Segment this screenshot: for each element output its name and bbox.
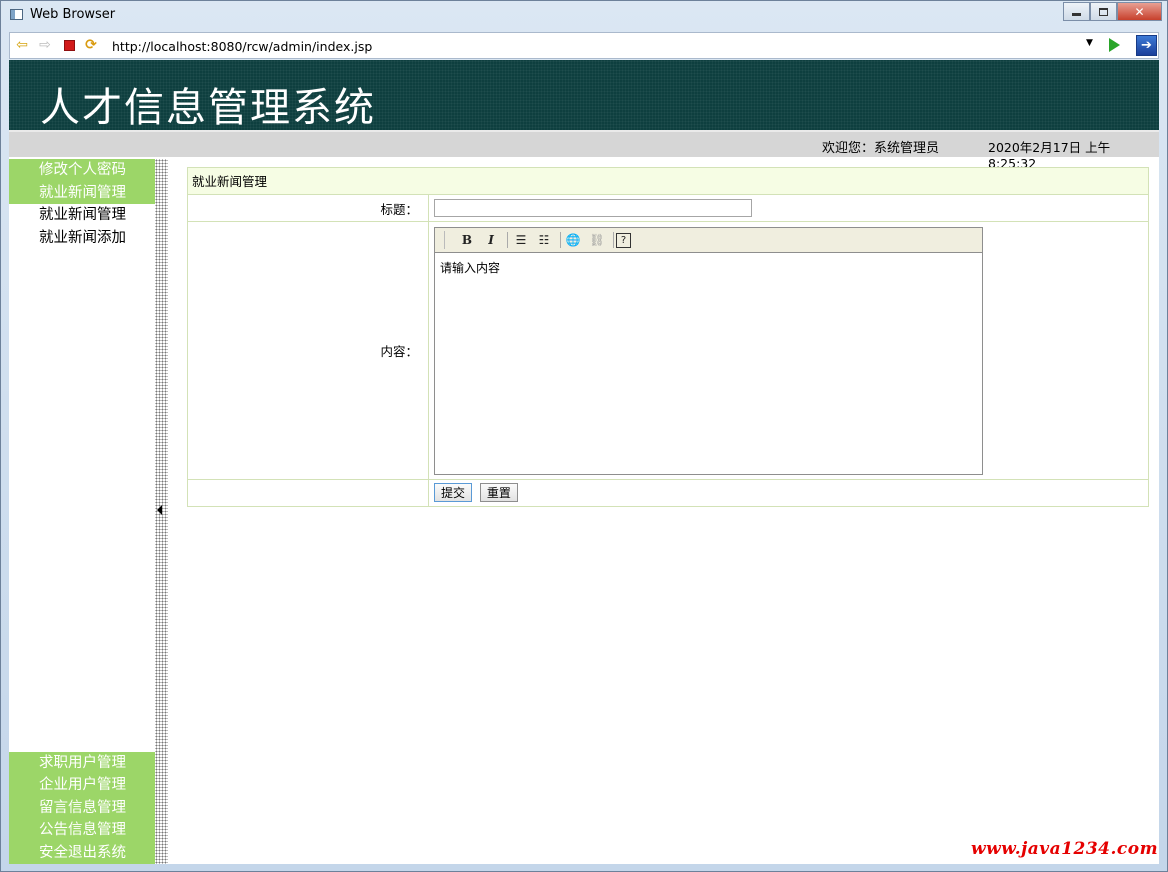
stop-icon bbox=[63, 39, 75, 51]
window-controls: ✕ bbox=[1063, 2, 1162, 21]
forward-button[interactable]: ⇨ bbox=[37, 37, 53, 53]
buttons-row: 提交 重置 bbox=[188, 480, 1148, 506]
go-icon[interactable] bbox=[1109, 38, 1120, 52]
close-icon: ✕ bbox=[1134, 4, 1145, 19]
info-bar: 欢迎您：系统管理员 2020年2月17日 上午 8:25:32 bbox=[9, 130, 1159, 171]
forward-arrow-icon: ⇨ bbox=[39, 37, 51, 53]
bold-button[interactable]: B bbox=[457, 231, 477, 249]
collapse-arrow-icon[interactable] bbox=[157, 505, 162, 515]
menu-messages[interactable]: 留言信息管理 bbox=[9, 796, 155, 819]
menu-change-password[interactable]: 修改个人密码 bbox=[9, 159, 155, 182]
url-input[interactable] bbox=[108, 36, 1098, 56]
title-bar: Web Browser ✕ bbox=[1, 1, 1167, 29]
window-title: Web Browser bbox=[30, 7, 116, 22]
form-heading: 就业新闻管理 bbox=[188, 168, 1148, 195]
minimize-icon bbox=[1072, 13, 1081, 16]
sidebar-bottom-group: 求职用户管理 企业用户管理 留言信息管理 公告信息管理 安全退出系统 bbox=[9, 751, 155, 864]
rich-text-editor: B I ☰ ☷ 🌐 ⛓ ? 请输入内容 bbox=[434, 227, 983, 475]
address-bar: ⇦ ⇨ ⟳ ▼ ➔ bbox=[9, 32, 1159, 59]
page-viewport: 人才信息管理系统 欢迎您：系统管理员 2020年2月17日 上午 8:25:32… bbox=[9, 60, 1159, 864]
reset-button[interactable]: 重置 bbox=[479, 483, 518, 502]
refresh-icon: ⟳ bbox=[85, 37, 97, 53]
content-label: 内容： bbox=[188, 222, 429, 479]
url-dropdown-icon[interactable]: ▼ bbox=[1086, 38, 1093, 48]
minimize-button[interactable] bbox=[1063, 2, 1090, 21]
sidebar-menu: 修改个人密码 就业新闻管理 就业新闻管理 就业新闻添加 求职用户管理 企业用户管… bbox=[9, 159, 155, 864]
title-input[interactable] bbox=[434, 199, 752, 217]
welcome-text: 欢迎您：系统管理员 bbox=[822, 141, 940, 156]
sidebar-splitter[interactable] bbox=[155, 159, 168, 864]
site-title: 人才信息管理系统 bbox=[40, 85, 376, 131]
watermark: www.java1234.com bbox=[971, 839, 1159, 859]
submit-button[interactable]: 提交 bbox=[434, 483, 473, 502]
help-icon[interactable]: ? bbox=[616, 233, 631, 248]
back-button[interactable]: ⇦ bbox=[14, 37, 30, 53]
exit-icon[interactable]: ➔ bbox=[1136, 35, 1157, 56]
menu-logout[interactable]: 安全退出系统 bbox=[9, 841, 155, 864]
insert-link-icon[interactable]: 🌐 bbox=[563, 231, 583, 249]
unordered-list-icon[interactable]: ☷ bbox=[534, 231, 554, 249]
menu-item-news-add[interactable]: 就业新闻添加 bbox=[9, 227, 155, 250]
back-arrow-icon: ⇦ bbox=[16, 37, 28, 53]
ordered-list-icon[interactable]: ☰ bbox=[511, 231, 531, 249]
content-row: 内容： B I ☰ ☷ 🌐 ⛓ ? 请输入内容 bbox=[188, 222, 1148, 480]
menu-company-users[interactable]: 企业用户管理 bbox=[9, 774, 155, 797]
menu-jobseeker-users[interactable]: 求职用户管理 bbox=[9, 751, 155, 774]
news-form: 就业新闻管理 标题： 内容： B I ☰ ☷ 🌐 ⛓ ? 请输入内容 提交 重置 bbox=[187, 167, 1149, 507]
toolbar-grip bbox=[444, 231, 445, 249]
menu-news-management[interactable]: 就业新闻管理 bbox=[9, 181, 155, 204]
title-row: 标题： bbox=[188, 195, 1148, 222]
menu-item-news-list[interactable]: 就业新闻管理 bbox=[9, 204, 155, 227]
remove-link-icon[interactable]: ⛓ bbox=[587, 231, 607, 249]
maximize-button[interactable] bbox=[1090, 2, 1117, 21]
current-datetime: 2020年2月17日 上午 8:25:32 bbox=[988, 140, 1111, 171]
close-button[interactable]: ✕ bbox=[1117, 2, 1162, 21]
title-label: 标题： bbox=[188, 195, 429, 221]
refresh-button[interactable]: ⟳ bbox=[83, 37, 99, 53]
content-editor-area[interactable]: 请输入内容 bbox=[435, 253, 982, 474]
maximize-icon bbox=[1099, 7, 1108, 16]
editor-toolbar: B I ☰ ☷ 🌐 ⛓ ? bbox=[435, 228, 982, 253]
site-banner: 人才信息管理系统 bbox=[9, 60, 1159, 131]
italic-button[interactable]: I bbox=[481, 231, 501, 249]
menu-announcements[interactable]: 公告信息管理 bbox=[9, 819, 155, 842]
app-icon bbox=[10, 9, 23, 20]
browser-window: Web Browser ✕ ⇦ ⇨ ⟳ ▼ ➔ 人才信息管理系统 欢迎您：系统管… bbox=[0, 0, 1168, 872]
stop-button[interactable] bbox=[61, 37, 77, 53]
